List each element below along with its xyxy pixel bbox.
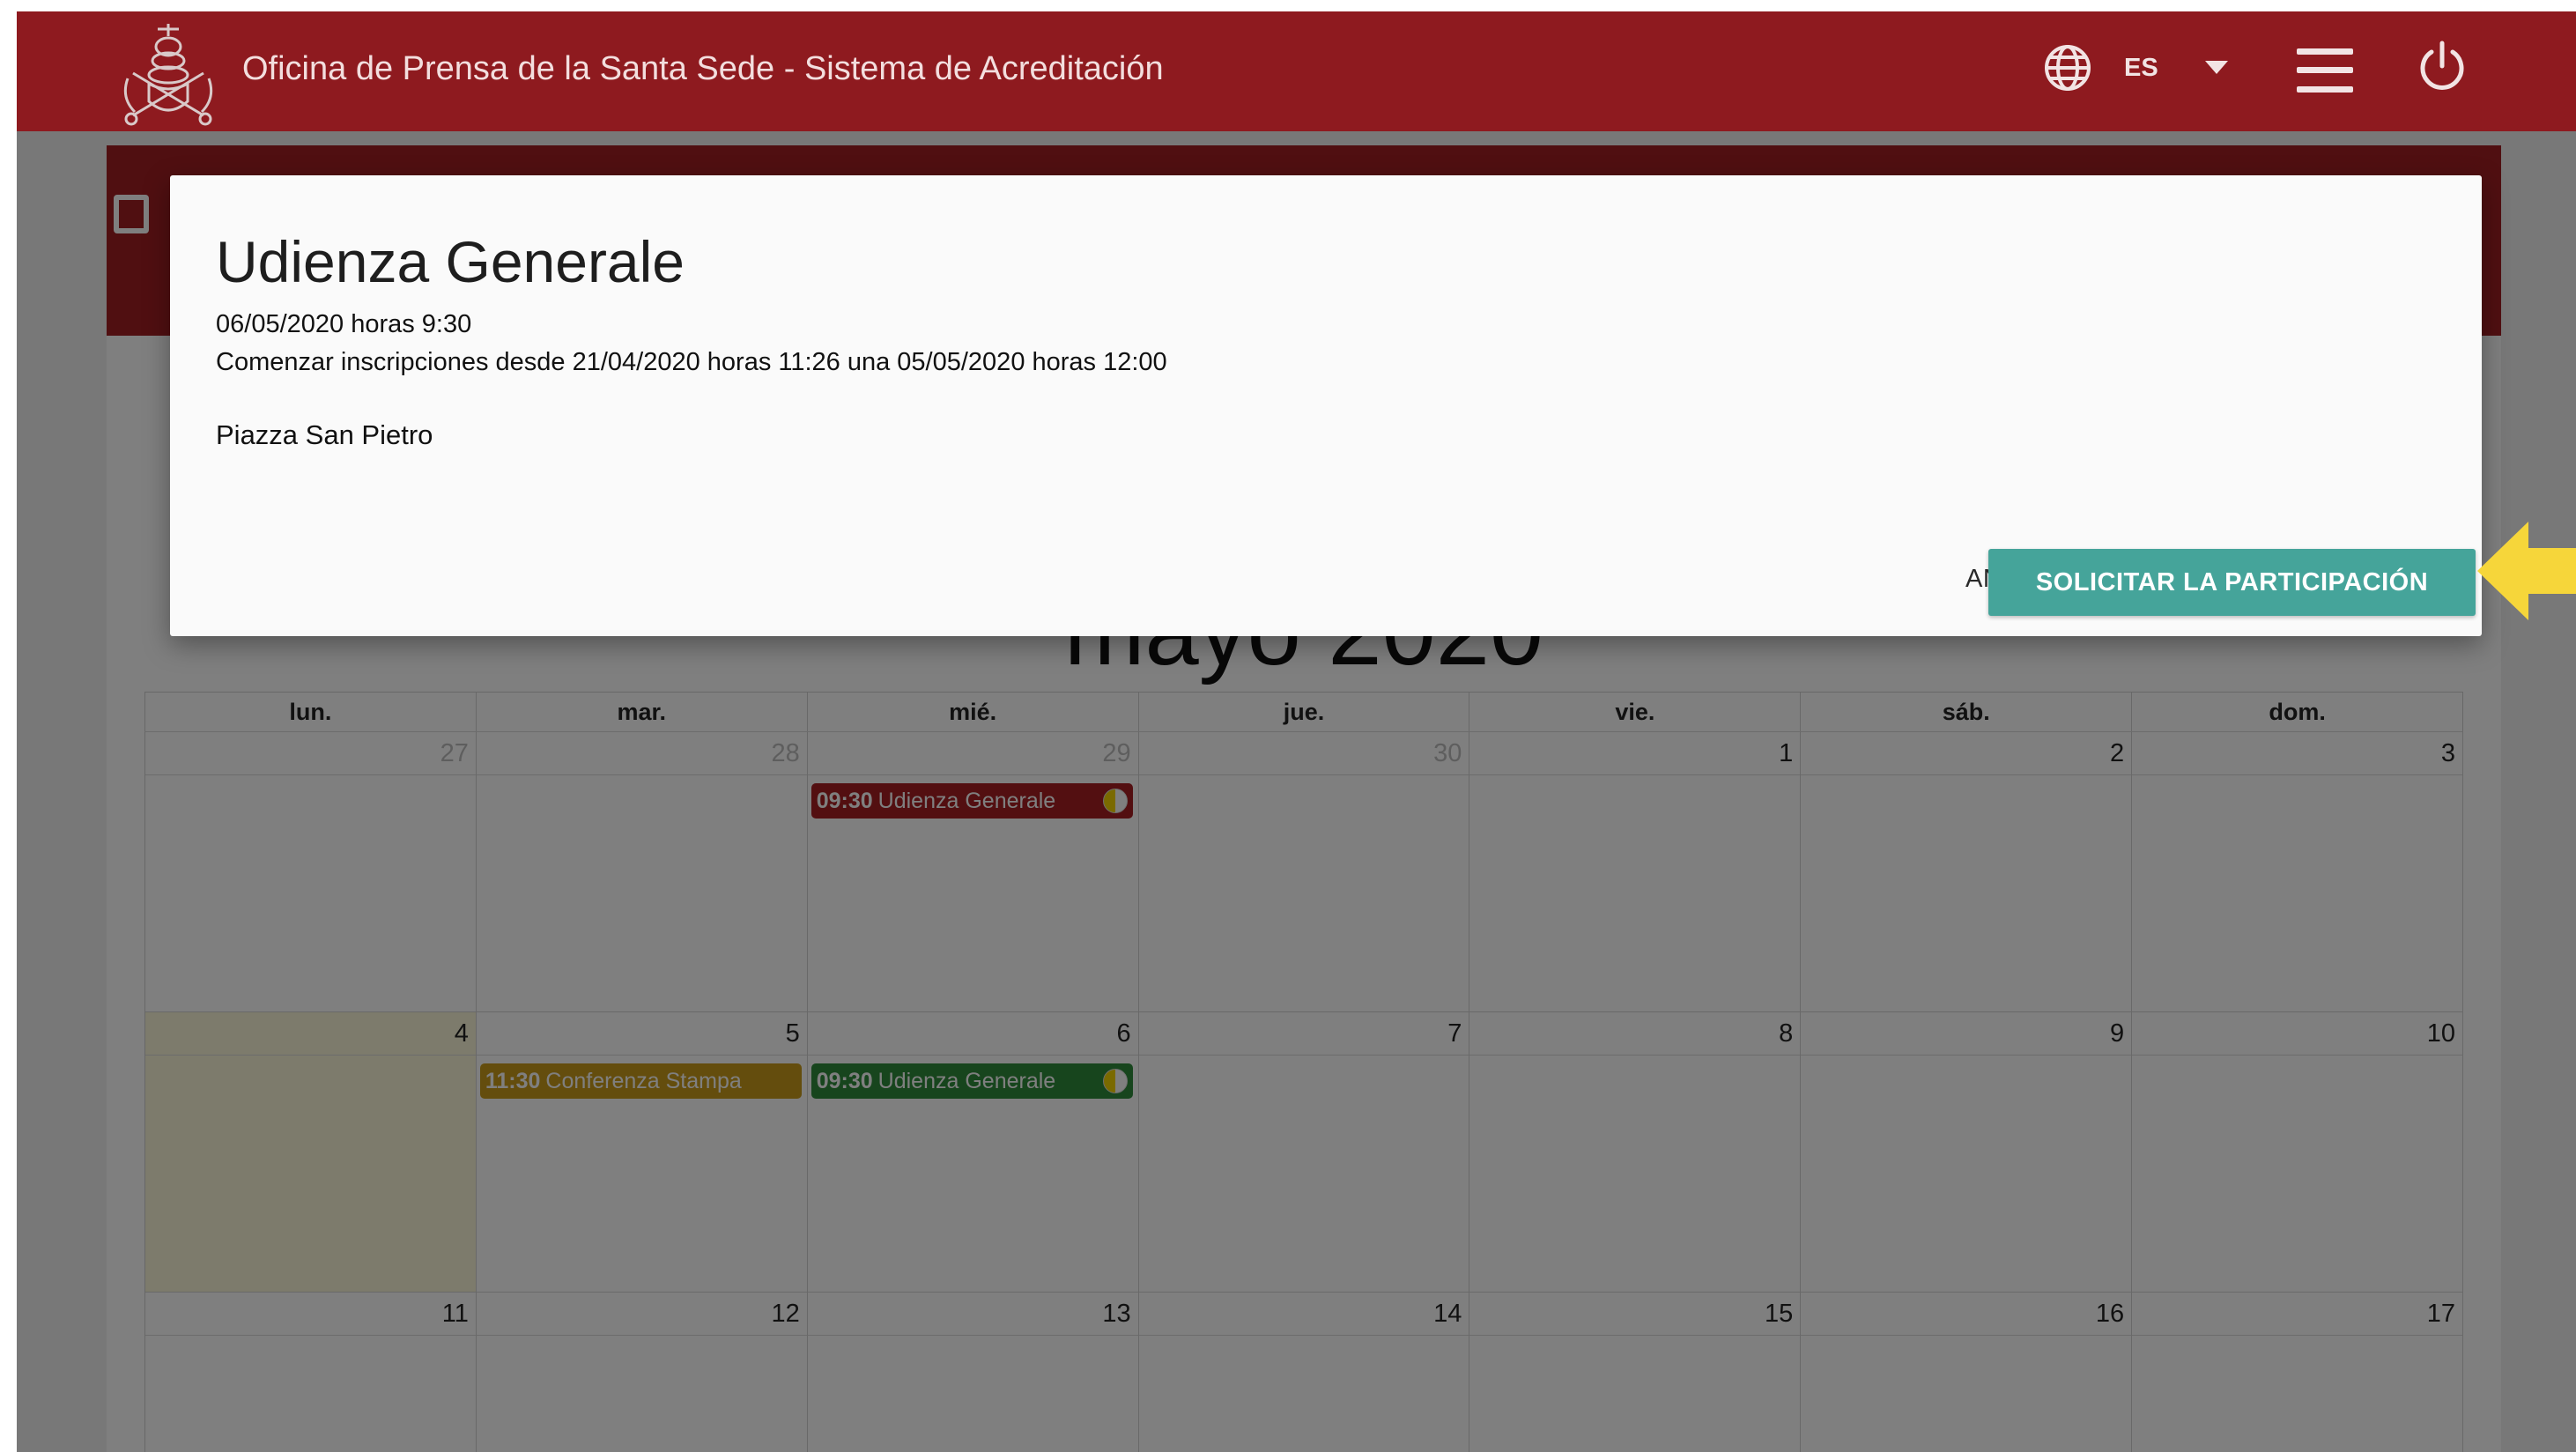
language-code[interactable]: ES (2124, 54, 2158, 83)
registration-period: Comenzar inscripciones desde 21/04/2020 … (216, 348, 1167, 376)
caret-down-icon[interactable] (2205, 61, 2228, 74)
request-participation-button[interactable]: SOLICITAR LA PARTICIPACIÓN (1988, 549, 2476, 616)
globe-icon[interactable] (2043, 43, 2092, 93)
dialog-title: Udienza Generale (216, 229, 685, 294)
menu-icon[interactable] (2297, 48, 2353, 93)
event-dialog: Udienza Generale 06/05/2020 horas 9:30 C… (170, 175, 2482, 636)
event-location: Piazza San Pietro (216, 419, 433, 450)
annotation-arrow-icon (2477, 522, 2576, 620)
papal-coat-of-arms-icon (123, 24, 213, 126)
app-title: Oficina de Prensa de la Santa Sede - Sis… (242, 50, 1164, 87)
app-window: Oficina de Prensa de la Santa Sede - Sis… (17, 11, 2576, 1452)
top-app-bar: Oficina de Prensa de la Santa Sede - Sis… (17, 11, 2576, 131)
event-date: 06/05/2020 horas 9:30 (216, 310, 472, 338)
power-icon[interactable] (2415, 40, 2469, 94)
